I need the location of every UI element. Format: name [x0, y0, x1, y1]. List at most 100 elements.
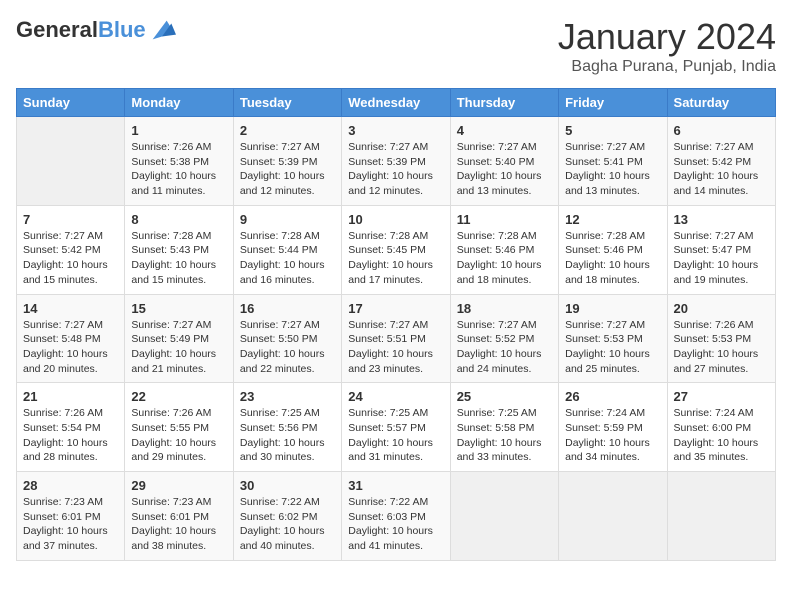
- day-info: Sunrise: 7:28 AMSunset: 5:44 PMDaylight:…: [240, 229, 335, 288]
- day-info: Sunrise: 7:26 AMSunset: 5:54 PMDaylight:…: [23, 406, 118, 465]
- day-info: Sunrise: 7:27 AMSunset: 5:49 PMDaylight:…: [131, 318, 226, 377]
- col-saturday: Saturday: [667, 89, 775, 117]
- day-number: 17: [348, 301, 443, 316]
- day-number: 18: [457, 301, 552, 316]
- day-cell: 21 Sunrise: 7:26 AMSunset: 5:54 PMDaylig…: [17, 383, 125, 472]
- day-info: Sunrise: 7:25 AMSunset: 5:56 PMDaylight:…: [240, 406, 335, 465]
- day-cell: 3 Sunrise: 7:27 AMSunset: 5:39 PMDayligh…: [342, 117, 450, 206]
- day-info: Sunrise: 7:27 AMSunset: 5:48 PMDaylight:…: [23, 318, 118, 377]
- col-sunday: Sunday: [17, 89, 125, 117]
- day-cell: 6 Sunrise: 7:27 AMSunset: 5:42 PMDayligh…: [667, 117, 775, 206]
- day-number: 10: [348, 212, 443, 227]
- page-header: GeneralBlue January 2024 Bagha Purana, P…: [16, 16, 776, 76]
- day-info: Sunrise: 7:27 AMSunset: 5:51 PMDaylight:…: [348, 318, 443, 377]
- day-number: 11: [457, 212, 552, 227]
- day-number: 28: [23, 478, 118, 493]
- day-info: Sunrise: 7:27 AMSunset: 5:50 PMDaylight:…: [240, 318, 335, 377]
- day-cell: 20 Sunrise: 7:26 AMSunset: 5:53 PMDaylig…: [667, 294, 775, 383]
- day-cell: 19 Sunrise: 7:27 AMSunset: 5:53 PMDaylig…: [559, 294, 667, 383]
- day-number: 14: [23, 301, 118, 316]
- day-number: 25: [457, 389, 552, 404]
- day-number: 26: [565, 389, 660, 404]
- day-info: Sunrise: 7:26 AMSunset: 5:38 PMDaylight:…: [131, 140, 226, 199]
- day-cell: 7 Sunrise: 7:27 AMSunset: 5:42 PMDayligh…: [17, 205, 125, 294]
- day-info: Sunrise: 7:27 AMSunset: 5:53 PMDaylight:…: [565, 318, 660, 377]
- day-cell: 8 Sunrise: 7:28 AMSunset: 5:43 PMDayligh…: [125, 205, 233, 294]
- day-number: 7: [23, 212, 118, 227]
- day-number: 30: [240, 478, 335, 493]
- day-number: 5: [565, 123, 660, 138]
- day-info: Sunrise: 7:22 AMSunset: 6:02 PMDaylight:…: [240, 495, 335, 554]
- day-info: Sunrise: 7:26 AMSunset: 5:55 PMDaylight:…: [131, 406, 226, 465]
- day-cell: 1 Sunrise: 7:26 AMSunset: 5:38 PMDayligh…: [125, 117, 233, 206]
- day-cell: 26 Sunrise: 7:24 AMSunset: 5:59 PMDaylig…: [559, 383, 667, 472]
- day-info: Sunrise: 7:27 AMSunset: 5:41 PMDaylight:…: [565, 140, 660, 199]
- day-info: Sunrise: 7:28 AMSunset: 5:46 PMDaylight:…: [565, 229, 660, 288]
- day-number: 13: [674, 212, 769, 227]
- day-cell: 27 Sunrise: 7:24 AMSunset: 6:00 PMDaylig…: [667, 383, 775, 472]
- calendar-body: 1 Sunrise: 7:26 AMSunset: 5:38 PMDayligh…: [17, 117, 776, 561]
- location: Bagha Purana, Punjab, India: [558, 58, 776, 76]
- day-number: 21: [23, 389, 118, 404]
- day-number: 9: [240, 212, 335, 227]
- week-row-0: 1 Sunrise: 7:26 AMSunset: 5:38 PMDayligh…: [17, 117, 776, 206]
- day-info: Sunrise: 7:28 AMSunset: 5:43 PMDaylight:…: [131, 229, 226, 288]
- day-number: 12: [565, 212, 660, 227]
- day-info: Sunrise: 7:28 AMSunset: 5:46 PMDaylight:…: [457, 229, 552, 288]
- calendar-header: Sunday Monday Tuesday Wednesday Thursday…: [17, 89, 776, 117]
- day-cell: 22 Sunrise: 7:26 AMSunset: 5:55 PMDaylig…: [125, 383, 233, 472]
- day-cell: 17 Sunrise: 7:27 AMSunset: 5:51 PMDaylig…: [342, 294, 450, 383]
- logo-icon: [148, 16, 176, 44]
- day-info: Sunrise: 7:23 AMSunset: 6:01 PMDaylight:…: [131, 495, 226, 554]
- day-cell: 12 Sunrise: 7:28 AMSunset: 5:46 PMDaylig…: [559, 205, 667, 294]
- day-cell: 31 Sunrise: 7:22 AMSunset: 6:03 PMDaylig…: [342, 472, 450, 561]
- day-info: Sunrise: 7:22 AMSunset: 6:03 PMDaylight:…: [348, 495, 443, 554]
- day-info: Sunrise: 7:26 AMSunset: 5:53 PMDaylight:…: [674, 318, 769, 377]
- logo-text: GeneralBlue: [16, 18, 146, 42]
- day-info: Sunrise: 7:27 AMSunset: 5:39 PMDaylight:…: [348, 140, 443, 199]
- header-row: Sunday Monday Tuesday Wednesday Thursday…: [17, 89, 776, 117]
- day-info: Sunrise: 7:24 AMSunset: 5:59 PMDaylight:…: [565, 406, 660, 465]
- month-title: January 2024: [558, 16, 776, 58]
- day-number: 1: [131, 123, 226, 138]
- day-cell: 4 Sunrise: 7:27 AMSunset: 5:40 PMDayligh…: [450, 117, 558, 206]
- day-cell: 29 Sunrise: 7:23 AMSunset: 6:01 PMDaylig…: [125, 472, 233, 561]
- col-thursday: Thursday: [450, 89, 558, 117]
- day-number: 3: [348, 123, 443, 138]
- day-info: Sunrise: 7:27 AMSunset: 5:42 PMDaylight:…: [674, 140, 769, 199]
- day-cell: [450, 472, 558, 561]
- day-cell: 30 Sunrise: 7:22 AMSunset: 6:02 PMDaylig…: [233, 472, 341, 561]
- week-row-4: 28 Sunrise: 7:23 AMSunset: 6:01 PMDaylig…: [17, 472, 776, 561]
- day-cell: 11 Sunrise: 7:28 AMSunset: 5:46 PMDaylig…: [450, 205, 558, 294]
- day-cell: 23 Sunrise: 7:25 AMSunset: 5:56 PMDaylig…: [233, 383, 341, 472]
- day-info: Sunrise: 7:27 AMSunset: 5:40 PMDaylight:…: [457, 140, 552, 199]
- day-number: 19: [565, 301, 660, 316]
- day-info: Sunrise: 7:27 AMSunset: 5:47 PMDaylight:…: [674, 229, 769, 288]
- day-info: Sunrise: 7:27 AMSunset: 5:52 PMDaylight:…: [457, 318, 552, 377]
- day-number: 15: [131, 301, 226, 316]
- day-number: 31: [348, 478, 443, 493]
- day-cell: 2 Sunrise: 7:27 AMSunset: 5:39 PMDayligh…: [233, 117, 341, 206]
- day-info: Sunrise: 7:28 AMSunset: 5:45 PMDaylight:…: [348, 229, 443, 288]
- calendar-table: Sunday Monday Tuesday Wednesday Thursday…: [16, 88, 776, 561]
- day-cell: 9 Sunrise: 7:28 AMSunset: 5:44 PMDayligh…: [233, 205, 341, 294]
- day-number: 4: [457, 123, 552, 138]
- col-wednesday: Wednesday: [342, 89, 450, 117]
- logo: GeneralBlue: [16, 16, 176, 44]
- day-number: 8: [131, 212, 226, 227]
- day-info: Sunrise: 7:25 AMSunset: 5:58 PMDaylight:…: [457, 406, 552, 465]
- day-cell: 13 Sunrise: 7:27 AMSunset: 5:47 PMDaylig…: [667, 205, 775, 294]
- day-number: 22: [131, 389, 226, 404]
- day-cell: 18 Sunrise: 7:27 AMSunset: 5:52 PMDaylig…: [450, 294, 558, 383]
- title-section: January 2024 Bagha Purana, Punjab, India: [558, 16, 776, 76]
- day-number: 2: [240, 123, 335, 138]
- day-number: 24: [348, 389, 443, 404]
- col-tuesday: Tuesday: [233, 89, 341, 117]
- day-cell: 16 Sunrise: 7:27 AMSunset: 5:50 PMDaylig…: [233, 294, 341, 383]
- day-info: Sunrise: 7:23 AMSunset: 6:01 PMDaylight:…: [23, 495, 118, 554]
- week-row-3: 21 Sunrise: 7:26 AMSunset: 5:54 PMDaylig…: [17, 383, 776, 472]
- day-number: 23: [240, 389, 335, 404]
- day-cell: [17, 117, 125, 206]
- day-cell: 24 Sunrise: 7:25 AMSunset: 5:57 PMDaylig…: [342, 383, 450, 472]
- day-info: Sunrise: 7:27 AMSunset: 5:42 PMDaylight:…: [23, 229, 118, 288]
